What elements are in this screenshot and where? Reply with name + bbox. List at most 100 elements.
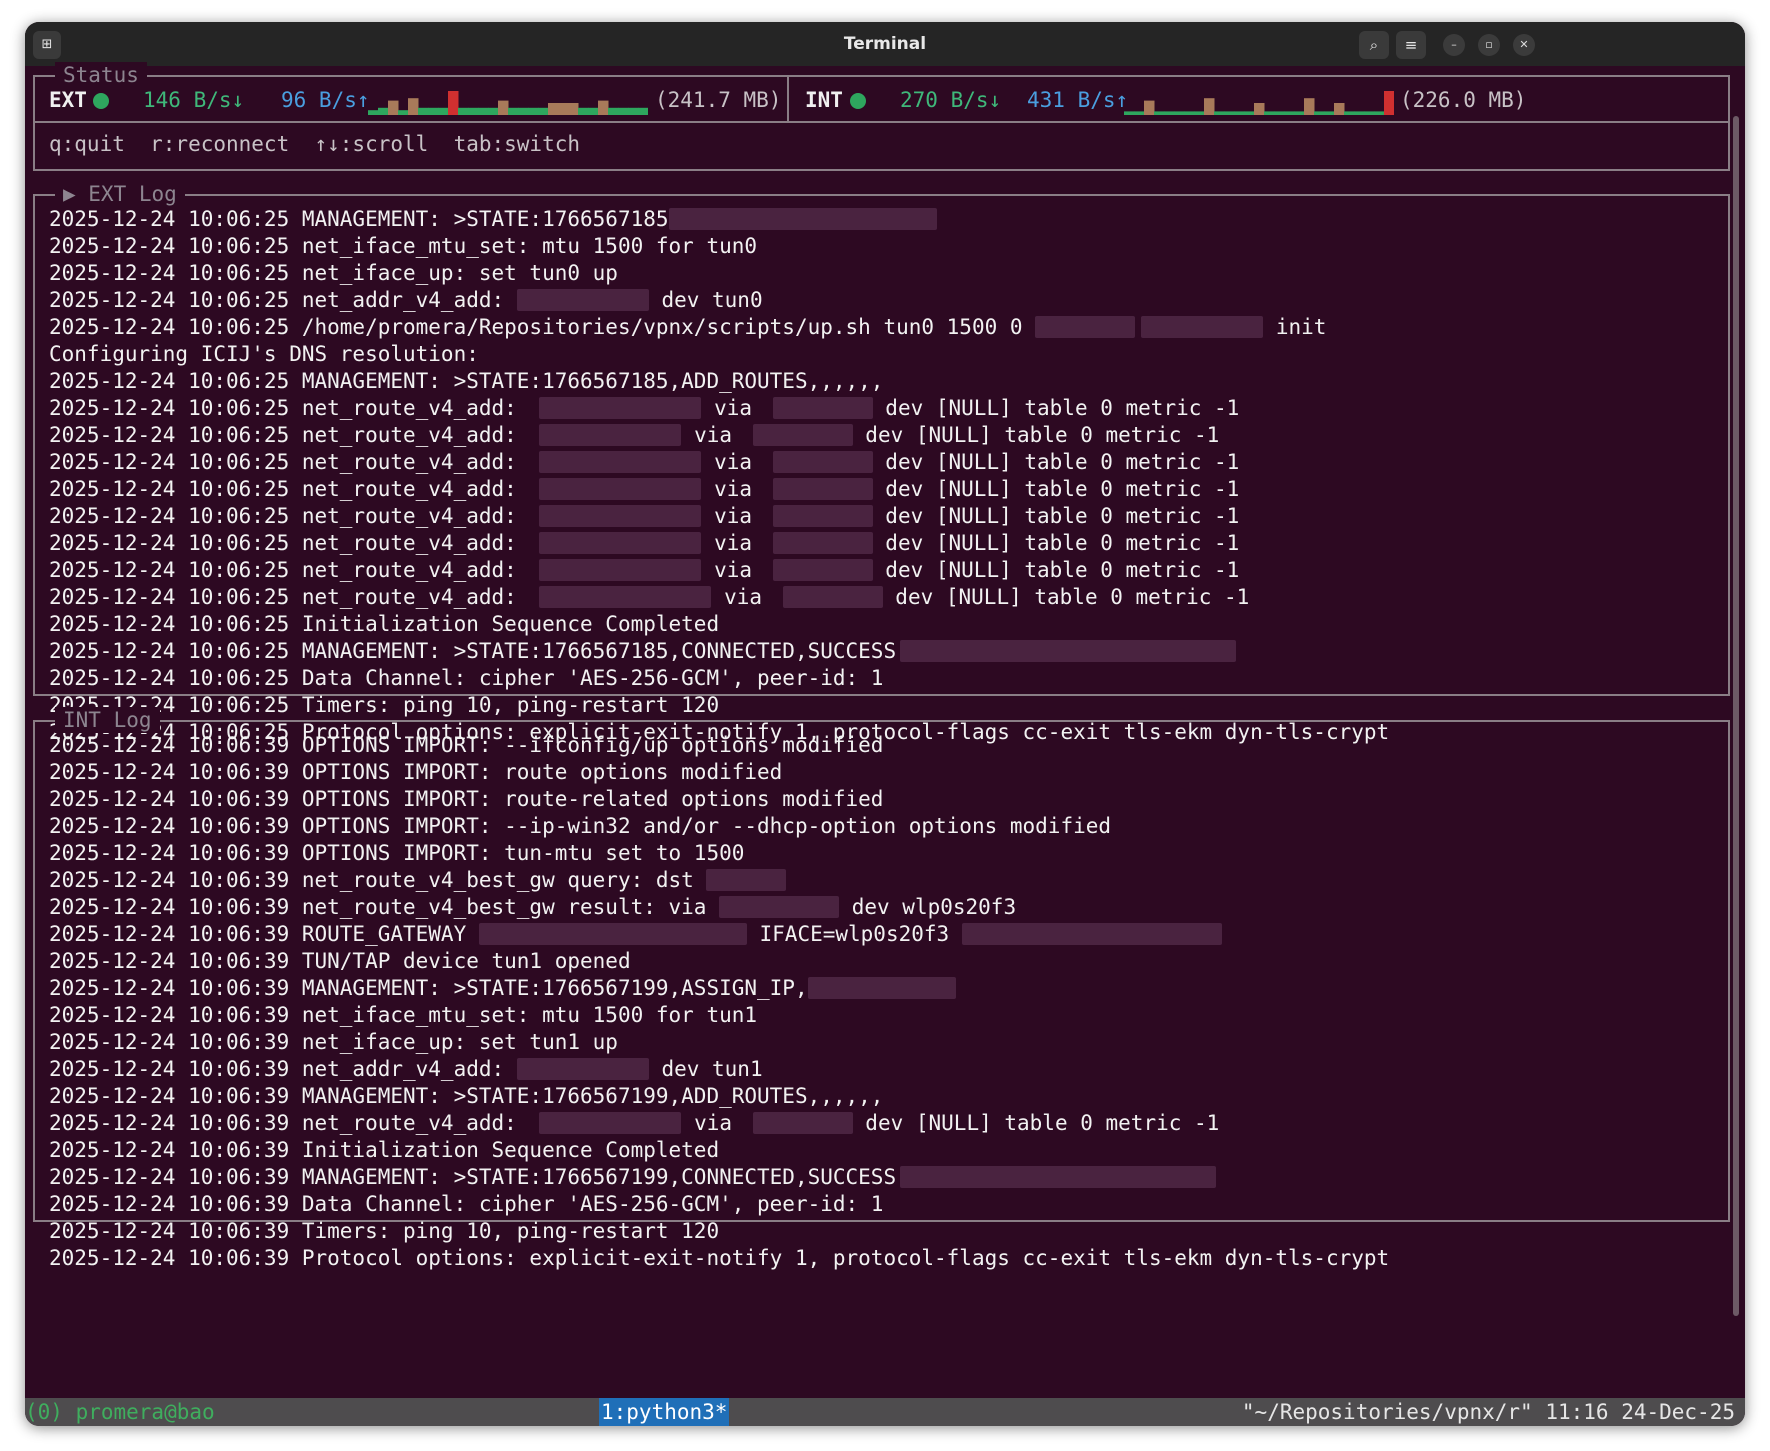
- tmux-window-tab[interactable]: 1:python3*: [599, 1398, 730, 1426]
- sparkline-bar: [538, 107, 549, 115]
- log-text: 2025-12-24 10:06:39 Data Channel: cipher…: [49, 1192, 884, 1216]
- minimize-icon[interactable]: –: [1443, 34, 1465, 56]
- log-line: 2025-12-24 10:06:25 net_route_v4_add: vi…: [49, 503, 1389, 530]
- sparkline-bar: [418, 107, 429, 115]
- log-text: 2025-12-24 10:06:39 net_route_v4_best_gw…: [49, 895, 720, 919]
- log-text: 2025-12-24 10:06:39 OPTIONS IMPORT: --ip…: [49, 814, 1112, 838]
- log-line: 2025-12-24 10:06:25 net_route_v4_add: vi…: [49, 449, 1389, 476]
- log-line: 2025-12-24 10:06:39 MANAGEMENT: >STATE:1…: [49, 975, 1389, 1002]
- log-text: 2025-12-24 10:06:39 OPTIONS IMPORT: rout…: [49, 760, 783, 784]
- ext-up-rate: 96 B/s↑: [281, 88, 370, 112]
- log-line: 2025-12-24 10:06:39 OPTIONS IMPORT: rout…: [49, 786, 1389, 813]
- sparkline-bar: [1284, 111, 1295, 115]
- maximize-icon[interactable]: ▫: [1478, 34, 1500, 56]
- log-line: 2025-12-24 10:06:39 OPTIONS IMPORT: rout…: [49, 759, 1389, 786]
- terminal-content[interactable]: Status EXT 146 B/s↓ 96 B/s↑ (241.7 MB) I…: [25, 62, 1745, 1426]
- log-line: 2025-12-24 10:06:39 net_route_v4_add: vi…: [49, 1110, 1389, 1137]
- log-line: 2025-12-24 10:06:39 net_iface_mtu_set: m…: [49, 1002, 1389, 1029]
- sparkline-bar: [528, 107, 539, 115]
- search-icon[interactable]: ⌕: [1359, 31, 1389, 59]
- sparkline-bar: [388, 100, 399, 115]
- log-text: 2025-12-24 10:06:39 OPTIONS IMPORT: tun-…: [49, 841, 745, 865]
- redacted-block: [961, 923, 1222, 945]
- redacted-block: [539, 1112, 682, 1134]
- log-text: via: [701, 477, 765, 501]
- log-line: 2025-12-24 10:06:39 MANAGEMENT: >STATE:1…: [49, 1083, 1389, 1110]
- log-text: via: [701, 396, 765, 420]
- sparkline-bar: [1154, 111, 1165, 115]
- sparkline-bar: [1174, 111, 1185, 115]
- sparkline-bar: [398, 110, 409, 115]
- log-line: 2025-12-24 10:06:25 net_route_v4_add: vi…: [49, 530, 1389, 557]
- sparkline-bar: [1194, 111, 1205, 115]
- redacted-block: [772, 559, 873, 581]
- status-panel: Status EXT 146 B/s↓ 96 B/s↑ (241.7 MB) I…: [33, 62, 1730, 123]
- sparkline-bar: [378, 107, 389, 115]
- log-line: 2025-12-24 10:06:39 net_iface_up: set tu…: [49, 1029, 1389, 1056]
- sparkline-bar: [608, 107, 619, 115]
- log-text: via: [701, 450, 765, 474]
- tmux-status-bar: (0) promera@bao 1:python3* "~/Repositori…: [25, 1398, 1745, 1426]
- log-text: via: [711, 585, 775, 609]
- log-line: 2025-12-24 10:06:39 OPTIONS IMPORT: --if…: [49, 732, 1389, 759]
- ext-log-legend: ▶ EXT Log: [55, 181, 185, 207]
- sparkline-bar: [598, 100, 609, 115]
- log-text: 2025-12-24 10:06:25 MANAGEMENT: >STATE:1…: [49, 207, 669, 231]
- redacted-block: [539, 424, 682, 446]
- redacted-block: [782, 586, 883, 608]
- log-text: dev [NULL] table 0 metric -1: [882, 585, 1250, 609]
- log-text: 2025-12-24 10:06:39 OPTIONS IMPORT: rout…: [49, 787, 884, 811]
- sparkline-bar: [1204, 98, 1215, 115]
- int-log-panel[interactable]: INT Log 2025-12-24 10:06:39 OPTIONS IMPO…: [33, 707, 1730, 1270]
- redacted-block: [516, 1058, 649, 1080]
- log-line: 2025-12-24 10:06:39 net_route_v4_best_gw…: [49, 894, 1389, 921]
- log-text: 2025-12-24 10:06:39 OPTIONS IMPORT: --if…: [49, 733, 884, 757]
- sparkline-bar: [1134, 111, 1145, 115]
- log-line: 2025-12-24 10:06:25 Initialization Seque…: [49, 611, 1389, 638]
- ext-log-lines: 2025-12-24 10:06:25 MANAGEMENT: >STATE:1…: [49, 206, 1389, 746]
- sparkline-bar: [1364, 111, 1375, 115]
- log-line: 2025-12-24 10:06:25 net_iface_mtu_set: m…: [49, 233, 1389, 260]
- log-line: 2025-12-24 10:06:39 OPTIONS IMPORT: --ip…: [49, 813, 1389, 840]
- sparkline-bar: [558, 103, 569, 115]
- redacted-block: [1035, 316, 1136, 338]
- log-line: 2025-12-24 10:06:25 net_iface_up: set tu…: [49, 260, 1389, 287]
- log-text: 2025-12-24 10:06:25 net_route_v4_add:: [49, 477, 530, 501]
- log-text: 2025-12-24 10:06:25 net_route_v4_add:: [49, 585, 530, 609]
- log-line: 2025-12-24 10:06:25 Data Channel: cipher…: [49, 665, 1389, 692]
- close-icon[interactable]: ✕: [1513, 34, 1535, 56]
- log-text: 2025-12-24 10:06:39 net_route_v4_add:: [49, 1111, 530, 1135]
- sparkline-bar: [618, 107, 629, 115]
- int-log-lines: 2025-12-24 10:06:39 OPTIONS IMPORT: --if…: [49, 732, 1389, 1272]
- sparkline-bar: [488, 107, 499, 115]
- status-divider: [787, 77, 789, 123]
- menu-icon[interactable]: ≡: [1396, 31, 1426, 59]
- log-text: 2025-12-24 10:06:25 /home/promera/Reposi…: [49, 315, 1036, 339]
- log-text: init: [1263, 315, 1327, 339]
- redacted-block: [1141, 316, 1264, 338]
- log-line: 2025-12-24 10:06:39 net_addr_v4_add: dev…: [49, 1056, 1389, 1083]
- log-text: Configuring ICIJ's DNS resolution:: [49, 342, 479, 366]
- log-line: 2025-12-24 10:06:39 Timers: ping 10, pin…: [49, 1218, 1389, 1245]
- ext-down-rate: 146 B/s↓: [143, 88, 245, 112]
- log-text: 2025-12-24 10:06:39 net_addr_v4_add:: [49, 1057, 517, 1081]
- sparkline-bar: [1354, 111, 1365, 115]
- redacted-block: [772, 532, 873, 554]
- sparkline-bar: [1124, 111, 1135, 115]
- ext-log-panel[interactable]: ▶ EXT Log 2025-12-24 10:06:25 MANAGEMENT…: [33, 181, 1730, 744]
- log-line: 2025-12-24 10:06:25 MANAGEMENT: >STATE:1…: [49, 638, 1389, 665]
- log-text: 2025-12-24 10:06:25 net_addr_v4_add:: [49, 288, 517, 312]
- redacted-block: [539, 478, 702, 500]
- tmux-session: (0) promera@bao: [25, 1400, 215, 1424]
- scrollbar[interactable]: [1733, 116, 1739, 1316]
- log-text: 2025-12-24 10:06:39 Protocol options: ex…: [49, 1246, 1390, 1270]
- int-log-legend: INT Log: [55, 707, 160, 733]
- sparkline-bar: [498, 100, 509, 115]
- redacted-block: [772, 451, 873, 473]
- sparkline-bar: [428, 107, 439, 115]
- int-connected-icon: [850, 93, 866, 109]
- redacted-block: [668, 208, 937, 230]
- log-line: 2025-12-24 10:06:39 OPTIONS IMPORT: tun-…: [49, 840, 1389, 867]
- log-text: dev [NULL] table 0 metric -1: [852, 423, 1220, 447]
- log-text: 2025-12-24 10:06:25 net_route_v4_add:: [49, 558, 530, 582]
